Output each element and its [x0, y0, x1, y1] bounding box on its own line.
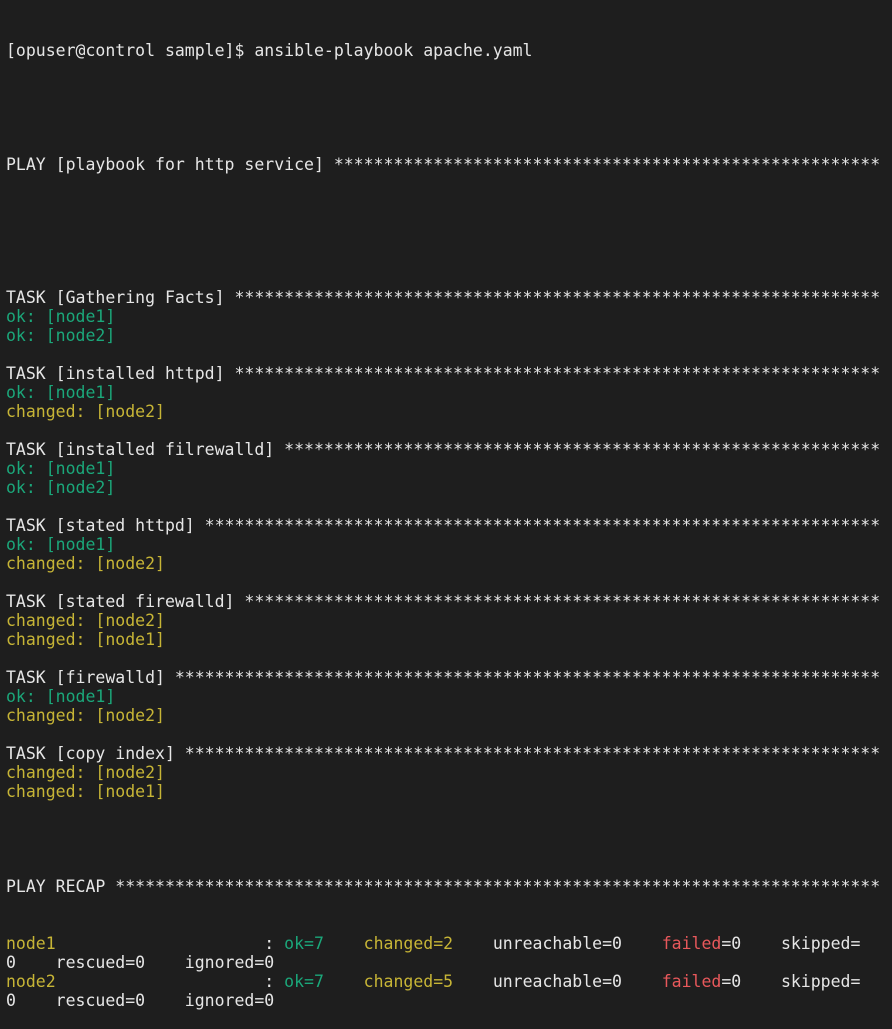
task-result-changed: changed: [node1] [6, 782, 165, 801]
task-result-changed: changed: [node2] [6, 763, 165, 782]
task-header: TASK [Gathering Facts] *****************… [6, 288, 881, 307]
recap-ok: ok=7 [284, 972, 324, 991]
task-result-changed: changed: [node2] [6, 554, 165, 573]
recap-row-continuation: 0 rescued=0 ignored=0 [6, 991, 275, 1010]
recap-separator: : [55, 934, 285, 953]
recap-gap [324, 972, 364, 991]
recap-host: node1 [6, 934, 56, 953]
recap-row: node2 : ok=7 changed=5 unreachable=0 fai… [6, 972, 892, 991]
task-result-changed: changed: [node2] [6, 402, 165, 421]
recap-host: node2 [6, 972, 56, 991]
command-prompt-line: [opuser@control sample]$ ansible-playboo… [6, 41, 533, 60]
task-result-ok: ok: [node1] [6, 459, 116, 478]
recap-gap [622, 934, 662, 953]
task-result-ok: ok: [node2] [6, 478, 116, 497]
recap-failed-label: failed [661, 934, 722, 953]
recap-unreachable: unreachable=0 [492, 972, 622, 991]
task-header: TASK [stated httpd] ********************… [6, 516, 881, 535]
recap-gap [741, 934, 781, 953]
recap-failed-label: failed [661, 972, 722, 991]
task-result-changed: changed: [node2] [6, 706, 165, 725]
recap-gap [324, 934, 364, 953]
task-header: TASK [installed filrewalld] ************… [6, 440, 881, 459]
task-header: TASK [stated firewalld] ****************… [6, 592, 881, 611]
task-header: TASK [firewalld] ***********************… [6, 668, 881, 687]
task-result-changed: changed: [node2] [6, 611, 165, 630]
recap-list: node1 : ok=7 changed=2 unreachable=0 fai… [6, 934, 892, 1010]
recap-separator: : [55, 972, 285, 991]
task-header: TASK [installed httpd] *****************… [6, 364, 881, 383]
task-result-changed: changed: [node1] [6, 630, 165, 649]
recap-changed: changed=2 [363, 934, 454, 953]
terminal-window[interactable]: [opuser@control sample]$ ansible-playboo… [0, 0, 892, 1010]
task-list: TASK [Gathering Facts] *****************… [6, 288, 892, 820]
recap-ok: ok=7 [284, 934, 324, 953]
recap-skipped: skipped= [780, 972, 861, 991]
recap-row-continuation: 0 rescued=0 ignored=0 [6, 953, 275, 972]
task-header: TASK [copy index] **********************… [6, 744, 881, 763]
recap-gap [622, 972, 662, 991]
recap-gap [453, 934, 493, 953]
recap-row: node1 : ok=7 changed=2 unreachable=0 fai… [6, 934, 892, 953]
task-result-ok: ok: [node1] [6, 687, 116, 706]
task-result-ok: ok: [node2] [6, 326, 116, 345]
recap-failed-value: =0 [721, 972, 742, 991]
play-recap-header: PLAY RECAP *****************************… [6, 877, 881, 896]
task-result-ok: ok: [node1] [6, 383, 116, 402]
recap-gap [741, 972, 781, 991]
recap-gap [453, 972, 493, 991]
recap-changed: changed=5 [363, 972, 454, 991]
task-result-ok: ok: [node1] [6, 535, 116, 554]
recap-unreachable: unreachable=0 [492, 934, 622, 953]
recap-skipped: skipped= [780, 934, 861, 953]
recap-failed-value: =0 [721, 934, 742, 953]
task-result-ok: ok: [node1] [6, 307, 116, 326]
play-header: PLAY [playbook for http service] *******… [6, 155, 881, 174]
